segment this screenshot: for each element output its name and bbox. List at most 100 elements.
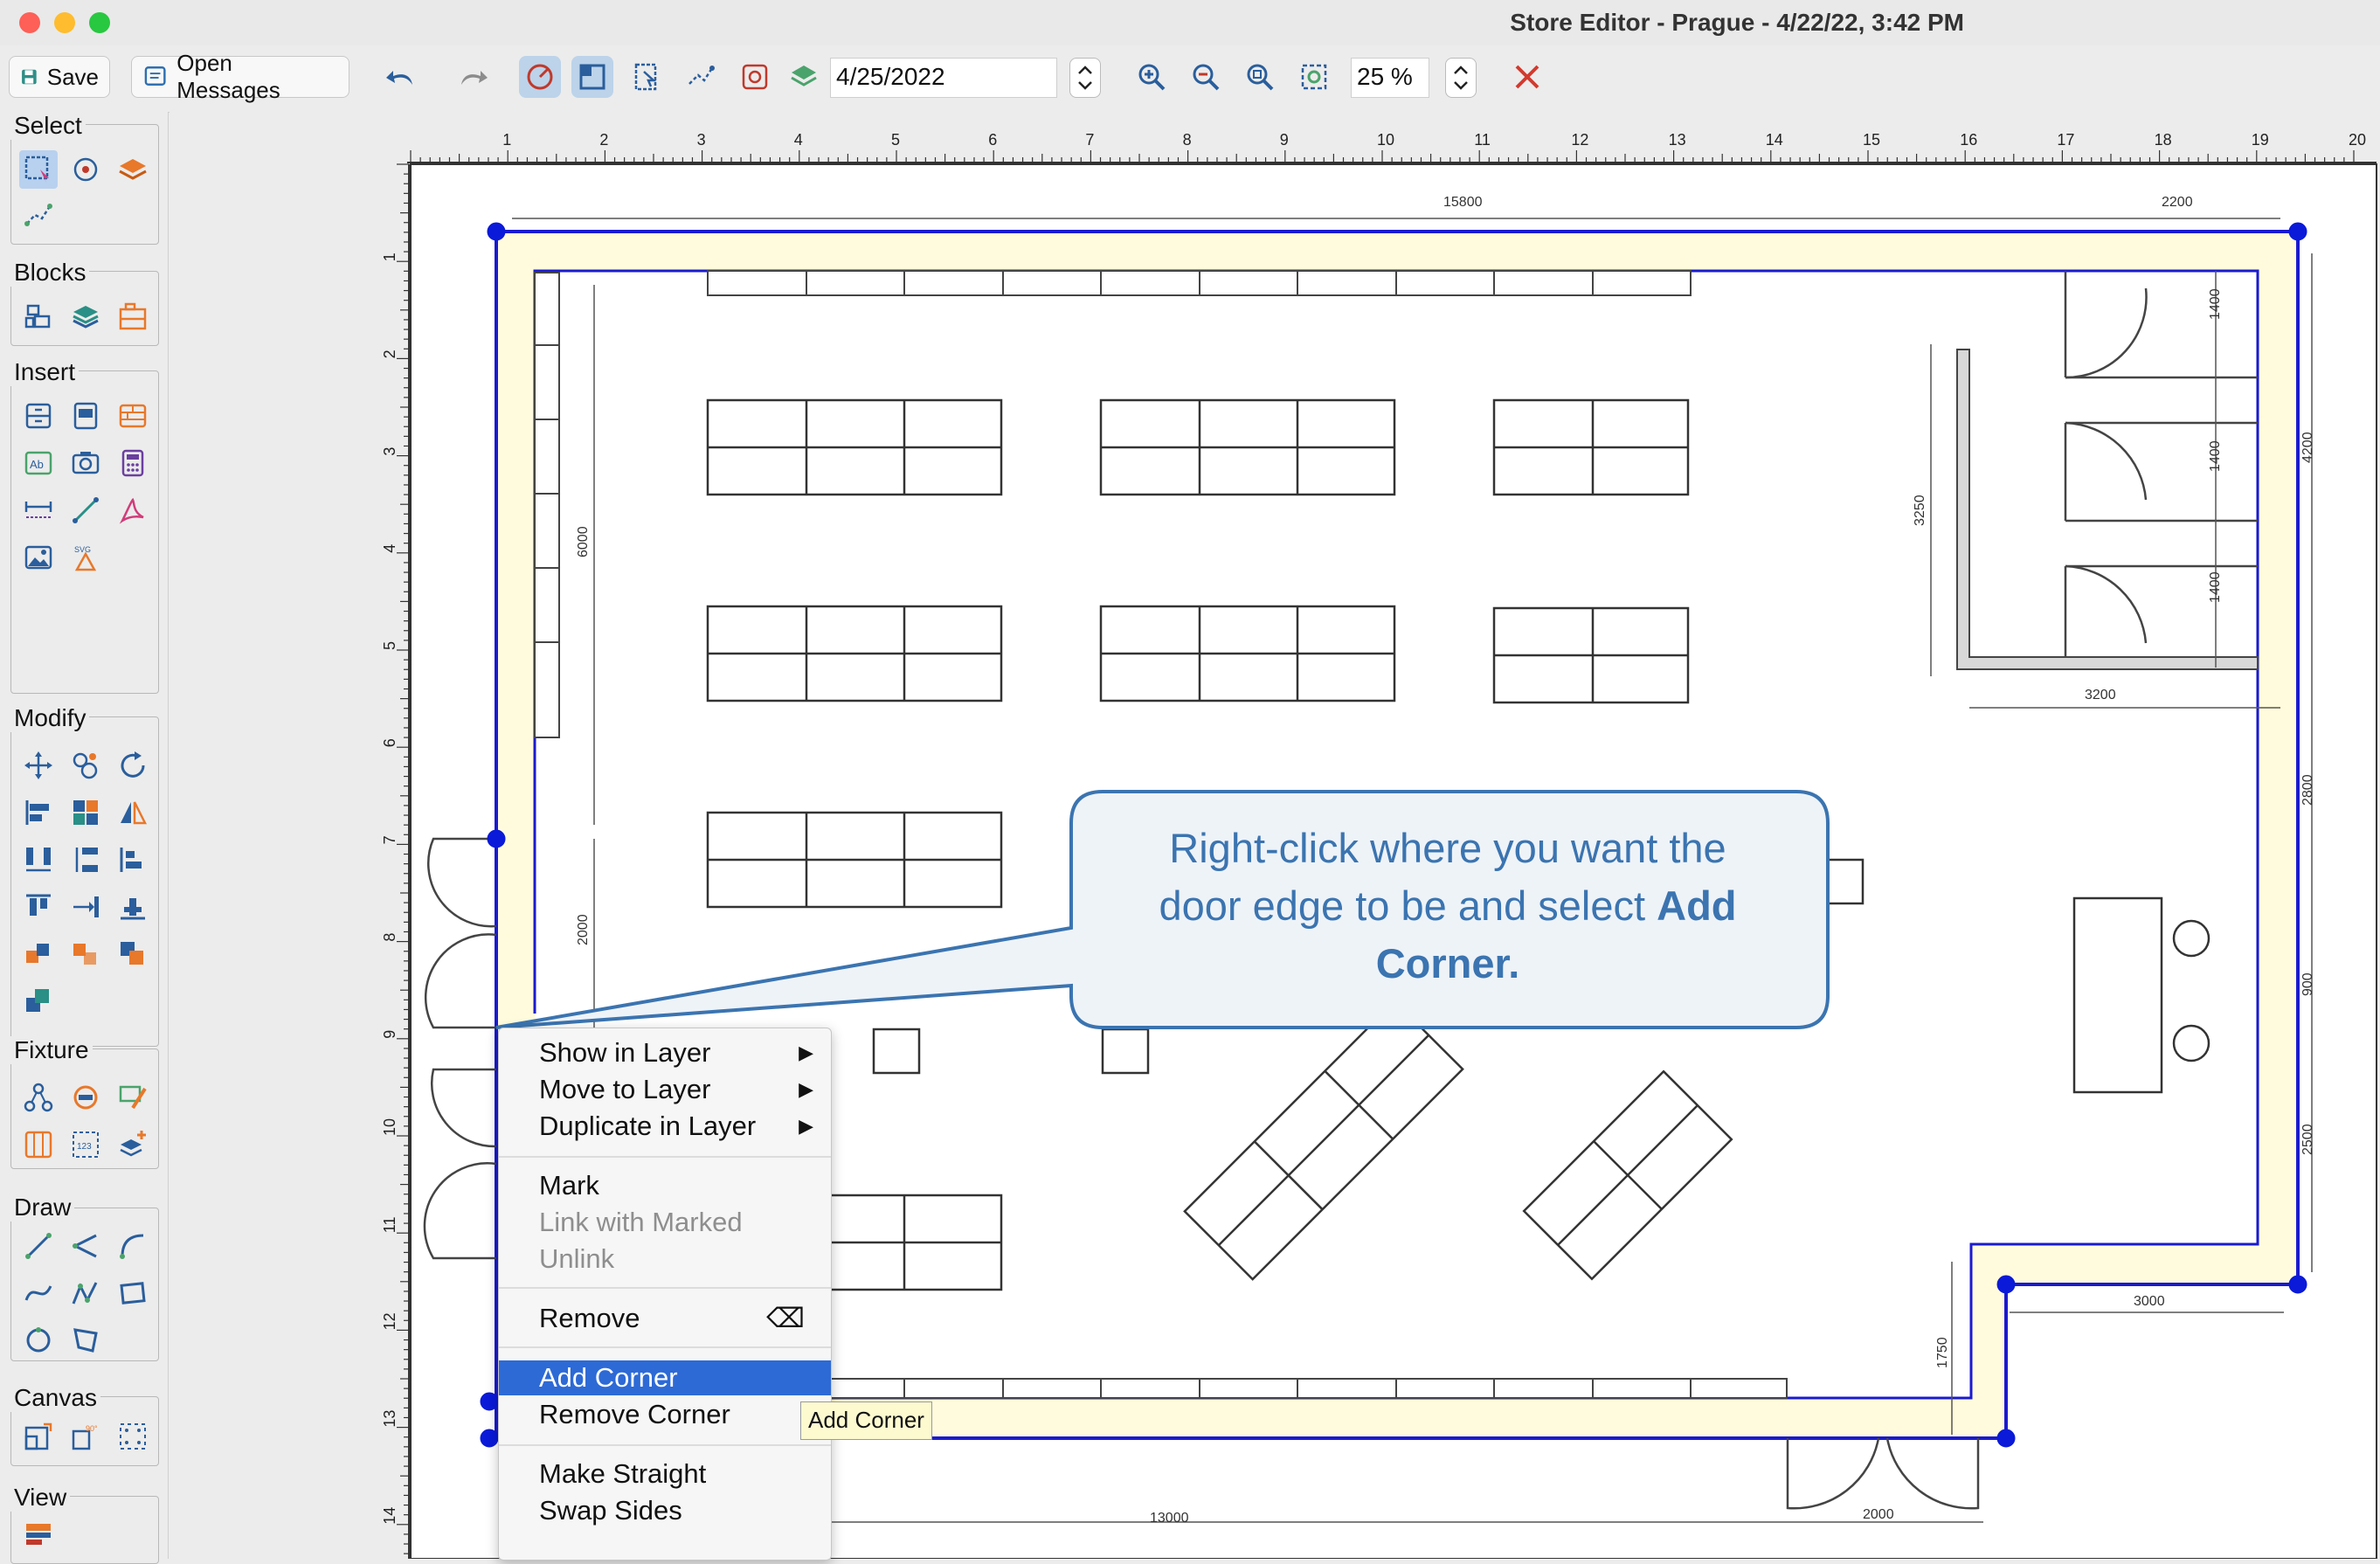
stack-icon[interactable] (66, 297, 105, 336)
corner-handle[interactable] (2288, 222, 2307, 241)
point-select-icon[interactable] (66, 150, 105, 189)
date-stepper[interactable] (1069, 58, 1101, 98)
select-box-icon[interactable] (571, 56, 613, 98)
svg-icon[interactable]: SVG (66, 538, 105, 577)
date-field[interactable]: 4/25/2022 (830, 58, 1057, 98)
menu-item-make-straight[interactable]: Make Straight (499, 1457, 831, 1491)
select-page-icon[interactable] (626, 56, 668, 98)
rotate-mode-icon[interactable] (519, 56, 561, 98)
ruler-label: 2 (599, 131, 608, 149)
draw-line-icon[interactable] (19, 1227, 58, 1265)
corner-handle[interactable] (487, 829, 506, 848)
view-layers-icon[interactable] (19, 1515, 58, 1554)
canvas-resize-icon[interactable] (19, 1417, 58, 1456)
menu-item-duplicate-in-layer[interactable]: Duplicate in Layer ▶ (499, 1109, 831, 1144)
corner-handle[interactable] (2288, 1275, 2307, 1294)
ungroup-icon[interactable] (66, 935, 105, 973)
zoom-in-icon[interactable] (1131, 56, 1173, 98)
bring-front-icon[interactable] (19, 982, 58, 1021)
zoom-stepper[interactable] (1445, 58, 1477, 98)
align-bottom-icon[interactable] (114, 888, 152, 926)
cabinet-icon[interactable] (66, 397, 105, 435)
wall-shelves-left (534, 272, 560, 738)
align-left-icon[interactable] (19, 793, 58, 832)
group-icon[interactable] (19, 935, 58, 973)
ruler-label: 1 (502, 131, 511, 149)
align-top-icon[interactable] (19, 888, 58, 926)
canvas-rotate-icon[interactable]: 90° (66, 1417, 105, 1456)
image-icon[interactable] (19, 538, 58, 577)
dimension-icon[interactable] (19, 491, 58, 529)
grid-icon[interactable] (66, 793, 105, 832)
canvas-grid-icon[interactable] (114, 1417, 152, 1456)
target-icon[interactable] (734, 56, 776, 98)
corner-handle[interactable] (1996, 1275, 2016, 1294)
draw-rect-icon[interactable] (114, 1274, 152, 1312)
align-edge-icon[interactable] (114, 841, 152, 879)
move-icon[interactable] (19, 746, 58, 785)
minimize-window-button[interactable] (54, 12, 75, 33)
rotate-icon[interactable] (114, 746, 152, 785)
menu-item-show-in-layer[interactable]: Show in Layer ▶ (499, 1035, 831, 1070)
shelf-icon[interactable] (19, 397, 58, 435)
fixture-label-icon[interactable] (114, 1078, 152, 1117)
zoom-fit-icon[interactable] (1293, 56, 1335, 98)
distribute-v-icon[interactable] (66, 841, 105, 879)
draw-path-icon[interactable] (66, 1274, 105, 1312)
distribute-h-icon[interactable] (19, 841, 58, 879)
menu-item-remove-corner[interactable]: Remove Corner (499, 1397, 831, 1432)
numbering-icon[interactable]: 123 (66, 1125, 105, 1164)
draw-circle-icon[interactable] (19, 1321, 58, 1360)
menu-item-unlink[interactable]: Unlink (499, 1242, 831, 1277)
fixture-add-icon[interactable] (114, 1125, 152, 1164)
open-messages-button[interactable]: Open Messages (131, 50, 349, 103)
ruler-label: 19 (2252, 131, 2269, 149)
rect-select-icon[interactable] (19, 150, 58, 189)
draw-arc-icon[interactable] (114, 1227, 152, 1265)
close-icon[interactable] (1506, 56, 1548, 98)
save-button[interactable]: Save (9, 56, 110, 98)
fixture-tree-icon[interactable] (19, 1078, 58, 1117)
corner-handle[interactable] (1996, 1429, 2016, 1448)
close-window-button[interactable] (19, 12, 40, 33)
menu-item-link-with-marked[interactable]: Link with Marked (499, 1205, 831, 1240)
pdf-icon[interactable] (114, 491, 152, 529)
layers-icon[interactable] (783, 56, 825, 98)
ruler-label: 8 (1183, 131, 1192, 149)
fixture-grid-icon[interactable] (19, 1125, 58, 1164)
fixture-round-icon[interactable] (66, 1078, 105, 1117)
path-select-icon[interactable] (19, 196, 58, 234)
undo-icon[interactable] (381, 56, 423, 98)
text-icon[interactable]: Ab (19, 444, 58, 482)
zoom-reset-icon[interactable] (1239, 56, 1281, 98)
path-icon[interactable] (680, 56, 722, 98)
shelves-icon[interactable] (114, 297, 152, 336)
menu-item-swap-sides[interactable]: Swap Sides (499, 1493, 831, 1528)
calculator-icon[interactable] (114, 444, 152, 482)
zoom-window-button[interactable] (89, 12, 110, 33)
ruler-label: 5 (381, 641, 398, 650)
draw-polyline-icon[interactable] (66, 1227, 105, 1265)
zoom-out-icon[interactable] (1185, 56, 1227, 98)
ruler-label: 1 (381, 253, 398, 261)
draw-curve-icon[interactable] (19, 1274, 58, 1312)
order-icon[interactable] (114, 935, 152, 973)
block-icon[interactable] (19, 297, 58, 336)
menu-item-add-corner[interactable]: Add Corner (499, 1360, 831, 1395)
brick-icon[interactable] (114, 397, 152, 435)
corner-handle[interactable] (487, 222, 506, 241)
corner-handle[interactable] (480, 1392, 499, 1411)
menu-item-remove[interactable]: Remove ⌫ (499, 1301, 831, 1336)
line-icon[interactable] (66, 491, 105, 529)
spacing-icon[interactable] (66, 888, 105, 926)
duplicate-icon[interactable] (66, 746, 105, 785)
menu-item-move-to-layer[interactable]: Move to Layer ▶ (499, 1072, 831, 1107)
zoom-field[interactable]: 25 % (1351, 58, 1429, 98)
redo-icon[interactable] (451, 56, 493, 98)
layer-select-icon[interactable] (114, 150, 152, 189)
corner-handle[interactable] (480, 1429, 499, 1448)
menu-item-mark[interactable]: Mark (499, 1168, 831, 1203)
camera-icon[interactable] (66, 444, 105, 482)
draw-polygon-icon[interactable] (66, 1321, 105, 1360)
mirror-icon[interactable] (114, 793, 152, 832)
